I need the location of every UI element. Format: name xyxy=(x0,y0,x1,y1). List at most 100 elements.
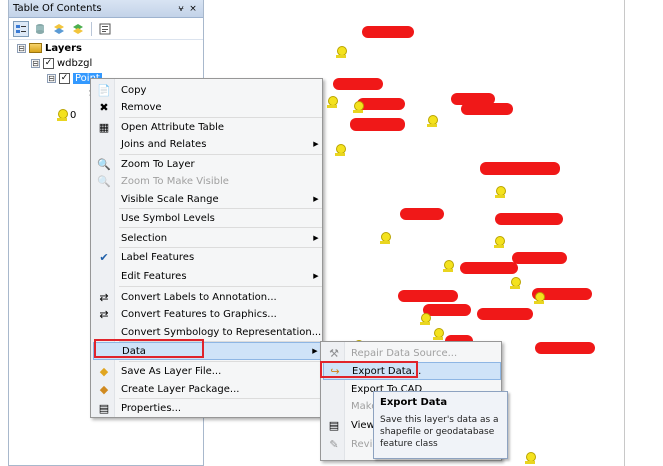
menu-item-convert-features[interactable]: ⇄ Convert Features to Graphics... xyxy=(93,305,322,323)
check-icon: ✔ xyxy=(99,250,109,264)
highlight-box-export-data xyxy=(320,361,418,378)
menu-item-use-symbol-levels[interactable]: Use Symbol Levels xyxy=(93,209,322,227)
submenu-arrow-icon: ▶ xyxy=(313,234,319,242)
vertical-divider xyxy=(624,0,625,466)
point-symbol-icon[interactable] xyxy=(427,115,438,127)
list-by-source-icon[interactable] xyxy=(32,21,48,37)
menu-item-remove[interactable]: ✖ Remove xyxy=(93,98,322,116)
redacted-label xyxy=(477,308,533,320)
graphics-icon: ⇄ xyxy=(99,307,109,321)
point-symbol-icon xyxy=(57,109,68,121)
redacted-label xyxy=(362,26,414,38)
partial-text-2: 0 xyxy=(70,109,77,121)
tooltip-title: Export Data xyxy=(380,397,448,408)
menu-item-label: Convert Symbology to Representation... xyxy=(121,326,322,338)
collapse-icon[interactable]: ⊟ xyxy=(17,43,26,53)
menu-separator xyxy=(119,286,322,287)
redacted-label xyxy=(480,162,560,175)
pin-icon[interactable]: ⩝ xyxy=(175,4,187,14)
menu-item-label: Label Features xyxy=(121,251,195,263)
menu-item-label-features[interactable]: ✔ Label Features xyxy=(93,248,322,266)
tree-row-dataframe[interactable]: ⊟ ✓ wdbzgl xyxy=(31,56,92,70)
menu-item-joins-relates[interactable]: Joins and Relates ▶ xyxy=(93,135,322,153)
collapse-icon[interactable]: ⊟ xyxy=(47,73,56,83)
zoom-to-layer-icon: 🔍 xyxy=(97,157,111,171)
redacted-label xyxy=(423,304,471,316)
menu-item-convert-labels[interactable]: ⇄ Convert Labels to Annotation... xyxy=(93,288,322,306)
export-data-tooltip: Export Data Save this layer's data as a … xyxy=(373,391,508,459)
menu-item-zoom-to-layer[interactable]: 🔍 Zoom To Layer xyxy=(93,155,322,173)
collapse-icon[interactable]: ⊟ xyxy=(31,58,40,68)
menu-item-save-layer-file[interactable]: ◆ Save As Layer File... xyxy=(93,362,322,380)
submenu-arrow-icon: ▶ xyxy=(313,272,319,280)
menu-separator xyxy=(119,227,322,228)
annotation-icon: ⇄ xyxy=(99,290,109,304)
menu-item-copy[interactable]: 📄 Copy xyxy=(93,81,322,99)
point-symbol-icon[interactable] xyxy=(336,46,347,58)
menu-item-label: Zoom To Layer xyxy=(121,158,195,170)
redacted-label xyxy=(400,208,444,220)
redacted-label xyxy=(495,213,563,225)
menu-item-open-attribute-table[interactable]: ▦ Open Attribute Table xyxy=(93,118,322,136)
list-by-drawing-order-icon[interactable] xyxy=(13,20,29,37)
menu-item-label: Zoom To Make Visible xyxy=(121,175,229,187)
close-icon[interactable]: × xyxy=(187,4,199,14)
point-symbol-icon[interactable] xyxy=(353,101,364,113)
visibility-checkbox[interactable]: ✓ xyxy=(43,57,54,69)
point-symbol-icon[interactable] xyxy=(494,236,505,248)
list-by-visibility-icon[interactable] xyxy=(51,21,67,37)
redacted-label xyxy=(460,262,518,274)
menu-item-properties[interactable]: ▤ Properties... xyxy=(93,399,322,417)
repair-icon: ⚒ xyxy=(329,346,339,360)
point-symbol-icon[interactable] xyxy=(327,96,338,108)
dataframe-label: wdbzgl xyxy=(57,57,93,69)
menu-item-zoom-to-make-visible: 🔍 Zoom To Make Visible xyxy=(93,172,322,190)
layer-context-menu: 📄 Copy ✖ Remove ▦ Open Attribute Table J… xyxy=(90,78,323,418)
toc-toolbar xyxy=(9,18,203,40)
point-symbol-icon[interactable] xyxy=(420,313,431,325)
zoom-visible-icon: 🔍 xyxy=(97,174,111,188)
redacted-label xyxy=(357,98,405,110)
redacted-label xyxy=(398,290,458,302)
menu-item-selection[interactable]: Selection ▶ xyxy=(93,229,322,247)
point-symbol-icon[interactable] xyxy=(534,292,545,304)
tree-row-symbol: 0 xyxy=(57,108,76,122)
layer-file-icon: ◆ xyxy=(99,364,109,378)
menu-item-label: Visible Scale Range xyxy=(121,193,219,205)
menu-item-label: Open Attribute Table xyxy=(121,121,225,133)
toolbar-separator xyxy=(91,21,92,36)
redacted-label xyxy=(512,252,567,264)
menu-item-label: Joins and Relates xyxy=(121,138,207,150)
point-symbol-icon[interactable] xyxy=(495,186,506,198)
point-symbol-icon[interactable] xyxy=(335,144,346,156)
options-icon[interactable] xyxy=(97,21,113,37)
copy-icon: 📄 xyxy=(97,83,111,97)
tree-row-layers[interactable]: ⊟ Layers xyxy=(17,41,82,55)
list-by-selection-icon[interactable] xyxy=(70,21,86,37)
tooltip-description: Save this layer's data as a shapefile or… xyxy=(380,415,499,449)
menu-item-edit-features[interactable]: Edit Features ▶ xyxy=(93,267,322,285)
menu-item-label: Repair Data Source... xyxy=(351,347,458,359)
point-symbol-icon[interactable] xyxy=(380,232,391,244)
review-icon: ✎ xyxy=(329,437,339,451)
menu-item-repair-data-source: ⚒ Repair Data Source... xyxy=(323,344,501,362)
layer-checkbox[interactable]: ✓ xyxy=(59,72,70,84)
menu-item-visible-scale-range[interactable]: Visible Scale Range ▶ xyxy=(93,190,322,208)
menu-item-create-layer-package[interactable]: ◆ Create Layer Package... xyxy=(93,380,322,398)
layer-package-icon: ◆ xyxy=(99,382,109,396)
menu-item-label: Use Symbol Levels xyxy=(121,212,215,224)
properties-icon: ▤ xyxy=(98,401,110,415)
point-symbol-icon[interactable] xyxy=(525,452,536,464)
point-symbol-icon[interactable] xyxy=(433,328,444,340)
redacted-label xyxy=(350,118,405,131)
menu-item-label: Convert Labels to Annotation... xyxy=(121,291,277,303)
point-symbol-icon[interactable] xyxy=(510,277,521,289)
layers-label: Layers xyxy=(45,42,82,54)
layers-icon xyxy=(29,43,42,53)
menu-item-label: Selection xyxy=(121,232,168,244)
menu-item-label: Edit Features xyxy=(121,270,187,282)
menu-item-label: Properties... xyxy=(121,402,182,414)
point-symbol-icon[interactable] xyxy=(443,260,454,272)
submenu-arrow-icon: ▶ xyxy=(313,140,319,148)
toc-title-bar: Table Of Contents ⩝ × xyxy=(9,0,203,18)
